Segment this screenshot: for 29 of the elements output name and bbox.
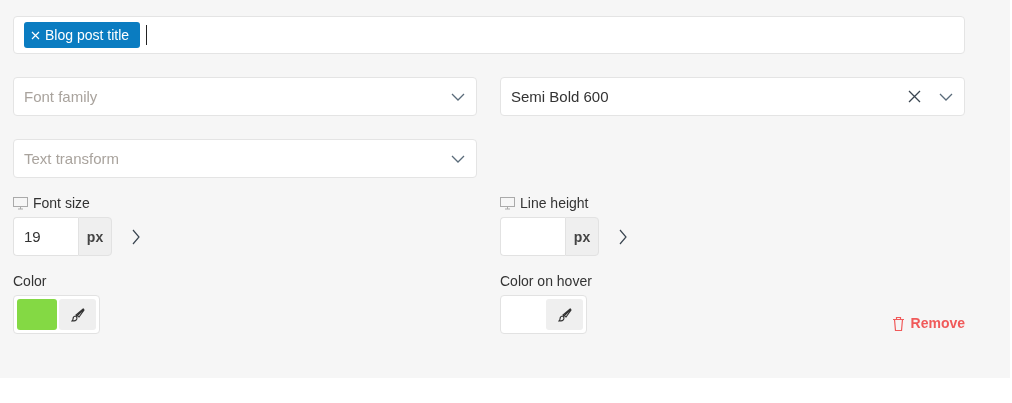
number-input[interactable] [500,217,565,256]
color-picker[interactable] [13,295,100,334]
tag-input-field[interactable]: Blog post title [13,16,965,54]
field-label: Color on hover [500,273,592,289]
close-icon[interactable] [31,30,40,40]
chevron-down-icon[interactable] [939,92,953,101]
number-input[interactable]: 19 [13,217,78,256]
brush-icon [557,307,572,322]
brush-icon [70,307,85,322]
field-label: Color [13,273,48,289]
unit-selector[interactable]: px [78,217,112,256]
select-placeholder: Font family [24,88,99,105]
text-cursor [146,25,148,45]
trash-icon [891,315,905,331]
chevron-down-icon[interactable] [451,92,465,101]
unit-selector[interactable]: px [565,217,599,256]
chevron-right-icon[interactable] [619,228,627,245]
tag-label: Blog post title [45,27,130,43]
field-label: Line height [520,195,589,211]
field-label: Font size [33,195,90,211]
select-field[interactable]: Semi Bold 600 [500,77,965,116]
select-placeholder: Text transform [24,150,121,167]
eyedropper-button[interactable] [546,299,583,330]
eyedropper-button[interactable] [59,299,96,330]
clear-icon[interactable] [908,90,921,103]
color-picker[interactable] [500,295,587,334]
chevron-right-icon[interactable] [132,228,140,245]
chevron-down-icon[interactable] [451,154,465,163]
select-value: Semi Bold 600 [511,88,610,105]
